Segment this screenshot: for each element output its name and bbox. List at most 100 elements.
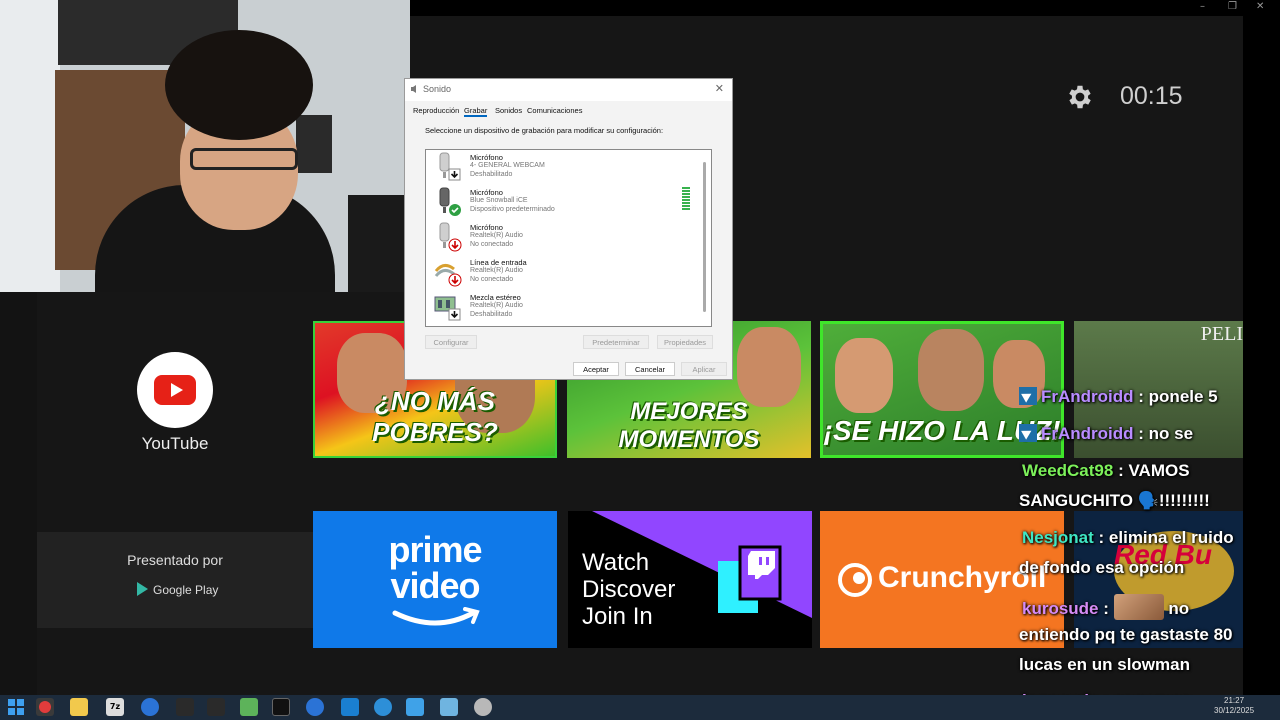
maximize-button[interactable]: ❐ <box>1228 1 1237 12</box>
google-play-text: Google Play <box>153 583 219 597</box>
microphone-icon <box>439 187 461 216</box>
webcam-monitor <box>296 115 332 173</box>
device-name: Micrófono <box>470 223 503 232</box>
list-item[interactable]: Micrófono 4- GENERAL WEBCAM Deshabilitad… <box>434 152 704 185</box>
stream-chat-overlay: FrAndroidd : ponele 5 FrAndroidd : no se… <box>1014 380 1280 720</box>
youtube-label: YouTube <box>141 434 209 453</box>
chat-text: SANGUCHITO 🗣️!!!!!!!!! <box>1019 491 1210 510</box>
tab-playback[interactable]: Reproducción <box>413 106 459 115</box>
speaker-icon <box>411 85 416 93</box>
youtube-logo <box>137 352 213 428</box>
video-text: video <box>390 565 480 606</box>
chat-text: lucas en un slowman <box>1019 655 1190 674</box>
tab-recording[interactable]: Grabar <box>464 106 488 117</box>
device-name: Mezcla estéreo <box>470 293 521 302</box>
chat-text: : elimina el ruido <box>1098 528 1234 547</box>
start-button-icon[interactable] <box>7 698 25 716</box>
microphone-icon <box>439 152 461 181</box>
photos-icon[interactable] <box>406 698 424 716</box>
twitch-join-text: Join In <box>582 603 653 630</box>
dialog-titlebar[interactable]: Sonido ✕ <box>405 79 732 101</box>
archive-app-icon[interactable]: 7z <box>106 698 124 716</box>
list-item[interactable]: Micrófono Realtek(R) Audio No conectado <box>434 222 704 255</box>
list-item[interactable]: Mezcla estéreo Realtek(R) Audio Deshabil… <box>434 292 704 325</box>
chat-message: SANGUCHITO 🗣️!!!!!!!!! <box>1019 491 1210 511</box>
apply-button[interactable]: Aplicar <box>681 362 727 376</box>
chat-message: WeedCat98 : VAMOS <box>1022 461 1190 481</box>
file-explorer-icon[interactable] <box>70 698 88 716</box>
sponsored-title: Presentado por <box>127 552 223 568</box>
chat-text: no <box>1168 599 1190 618</box>
twitch-discover-text: Discover <box>582 576 676 603</box>
system-clock[interactable]: 21:27 30/12/2025 <box>1214 696 1254 716</box>
list-scrollbar[interactable] <box>703 162 706 312</box>
chat-username: FrAndroidd <box>1041 424 1134 443</box>
youtube-app-tile[interactable]: YouTube <box>37 322 313 458</box>
chat-message: FrAndroidd : no se <box>1019 424 1193 444</box>
control-panel-icon[interactable] <box>440 698 458 716</box>
minimize-button[interactable]: – <box>1200 1 1205 12</box>
tab-sounds[interactable]: Sonidos <box>495 106 522 115</box>
webcam-pc-case <box>348 195 410 292</box>
clock: 00:15 <box>1120 82 1183 110</box>
set-default-button[interactable]: Predeterminar <box>583 335 649 349</box>
recording-device-list[interactable]: Micrófono 4- GENERAL WEBCAM Deshabilitad… <box>425 149 712 327</box>
dialog-instruction: Seleccione un dispositivo de grabación p… <box>425 126 664 135</box>
taskbar-app-icon[interactable] <box>341 698 359 716</box>
device-name: Línea de entrada <box>470 258 527 267</box>
taskbar: 7z 21:27 30/12/2025 <box>0 695 1280 720</box>
chat-text: entiendo pq te gastaste 80 <box>1019 625 1233 644</box>
taskbar-app-icon[interactable] <box>207 698 225 716</box>
device-status: No conectado <box>470 241 514 248</box>
chat-username: WeedCat98 <box>1022 461 1114 480</box>
thumbnail-caption: PELI <box>1200 323 1243 345</box>
webcam-wall <box>0 0 60 292</box>
close-window-button[interactable]: ✕ <box>1256 1 1264 12</box>
device-name: Micrófono <box>470 188 503 197</box>
play-icon <box>154 375 196 405</box>
google-play-icon <box>137 582 148 596</box>
amazon-smile-icon <box>392 607 480 626</box>
clock-time: 21:27 <box>1224 696 1245 705</box>
thumbnail-caption: MEJORES MOMENTOS <box>618 398 760 453</box>
chat-username: Nesjonat <box>1022 528 1094 547</box>
ok-button[interactable]: Aceptar <box>573 362 619 376</box>
pin-badge-icon <box>1019 424 1037 442</box>
mouse-app-icon[interactable] <box>474 698 492 716</box>
thumbnail-figure <box>835 338 893 413</box>
chat-message: Nesjonat : elimina el ruido <box>1022 528 1234 548</box>
browser-icon[interactable] <box>141 698 159 716</box>
configure-button[interactable]: Configurar <box>425 335 477 349</box>
notepad-icon[interactable] <box>240 698 258 716</box>
device-hardware: Blue Snowball iCE <box>470 197 528 204</box>
chat-message: lucas en un slowman <box>1019 655 1190 675</box>
taskbar-app-icon[interactable] <box>36 698 54 716</box>
edge-icon[interactable] <box>374 698 392 716</box>
tab-communications[interactable]: Comunicaciones <box>527 106 582 115</box>
close-icon[interactable]: ✕ <box>715 82 724 95</box>
chat-text: : no se <box>1138 424 1194 443</box>
webcam-person-hair <box>165 30 313 140</box>
clock-date: 30/12/2025 <box>1214 706 1255 715</box>
thumbnail-figure <box>737 327 801 407</box>
cancel-button[interactable]: Cancelar <box>625 362 675 376</box>
prime-video-app-tile[interactable]: prime video <box>313 511 557 648</box>
pin-badge-icon <box>1019 387 1037 405</box>
device-status: Deshabilitado <box>470 311 513 318</box>
chat-username: kurosude <box>1022 599 1099 618</box>
chat-message: entiendo pq te gastaste 80 <box>1019 625 1233 645</box>
properties-button[interactable]: Propiedades <box>657 335 713 349</box>
list-item[interactable]: Micrófono Blue Snowball iCE Dispositivo … <box>434 187 704 220</box>
device-name: Micrófono <box>470 153 503 162</box>
thumbnail-figure <box>918 329 984 411</box>
twitch-app-tile[interactable]: Watch Discover Join In <box>568 511 812 648</box>
taskbar-app-icon[interactable] <box>176 698 194 716</box>
browser-icon[interactable] <box>306 698 324 716</box>
device-hardware: Realtek(R) Audio <box>470 267 523 274</box>
chat-text: : ponele 5 <box>1138 387 1218 406</box>
window-titlebar: – ❐ ✕ <box>410 0 1280 16</box>
list-item[interactable]: Línea de entrada Realtek(R) Audio No con… <box>434 257 704 290</box>
terminal-icon[interactable] <box>272 698 290 716</box>
chat-message: FrAndroidd : ponele 5 <box>1019 387 1218 407</box>
gear-icon[interactable] <box>1065 82 1095 112</box>
